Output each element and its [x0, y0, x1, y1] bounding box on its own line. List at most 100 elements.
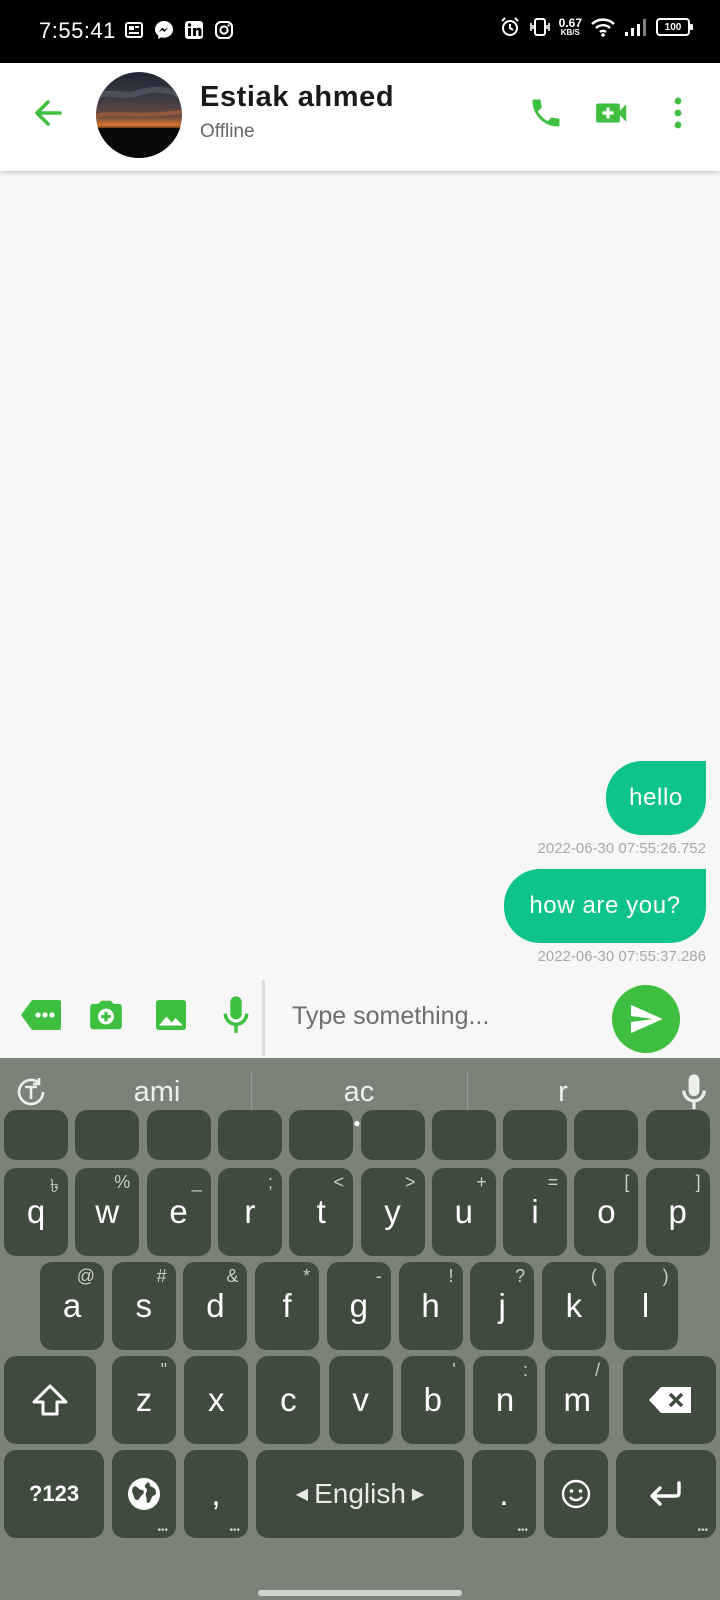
suggestion-1[interactable]: ami: [62, 1076, 252, 1109]
key-hint: ): [662, 1266, 669, 1286]
key-x[interactable]: x: [184, 1356, 249, 1444]
wifi-icon: [591, 18, 615, 37]
battery-indicator: 100: [656, 18, 693, 36]
shift-key[interactable]: [4, 1356, 96, 1444]
key-j[interactable]: j?: [470, 1262, 535, 1350]
key-n[interactable]: n:: [473, 1356, 537, 1444]
emoji-icon: [561, 1479, 591, 1509]
key-h[interactable]: h!: [398, 1262, 463, 1350]
key-k[interactable]: k(: [541, 1262, 606, 1350]
backspace-key[interactable]: [623, 1356, 716, 1444]
back-button[interactable]: [28, 93, 68, 133]
key-9[interactable]: [574, 1110, 639, 1160]
avatar[interactable]: [96, 72, 182, 158]
shift-icon: [32, 1384, 68, 1416]
key-label: f: [282, 1287, 292, 1324]
key-8[interactable]: [503, 1110, 568, 1160]
key-6[interactable]: [360, 1110, 425, 1160]
key-1[interactable]: [4, 1110, 68, 1160]
key-label: d: [206, 1287, 225, 1324]
backspace-icon: [648, 1387, 691, 1413]
video-call-button[interactable]: [592, 93, 632, 133]
key-p[interactable]: p]: [645, 1168, 710, 1256]
key-more-dots: •••: [229, 1525, 240, 1536]
key-3[interactable]: [146, 1110, 211, 1160]
key-label: q: [26, 1193, 46, 1230]
key-t[interactable]: t <: [289, 1168, 354, 1256]
suggestion-separator: [251, 1072, 252, 1114]
key-m[interactable]: m /: [545, 1356, 610, 1444]
gallery-button[interactable]: [149, 993, 193, 1037]
key-z[interactable]: z ": [112, 1356, 176, 1444]
comma-key[interactable]: , •••: [184, 1450, 248, 1538]
camera-button[interactable]: [84, 993, 128, 1037]
key-y[interactable]: y >: [360, 1168, 425, 1256]
message-input[interactable]: [278, 986, 598, 1046]
translate-icon: [17, 1078, 45, 1106]
key-w[interactable]: w%: [75, 1168, 140, 1256]
contact-name: Estiak ahmed: [200, 81, 395, 113]
key-u[interactable]: u +: [431, 1168, 496, 1256]
key-hint: =: [547, 1172, 559, 1192]
signal-icon: [625, 19, 646, 36]
period-key[interactable]: . •••: [472, 1450, 536, 1538]
key-label: v: [352, 1381, 369, 1418]
key-g[interactable]: g-: [326, 1262, 391, 1350]
message-list[interactable]: hello 2022-06-30 07:55:26.752 how are yo…: [0, 171, 720, 976]
key-e[interactable]: e _: [146, 1168, 211, 1256]
instagram-icon: [215, 21, 233, 39]
microphone-icon: [682, 1074, 706, 1109]
status-bar: 7:55:41 0.67 KB/S 100: [0, 0, 720, 63]
more-options-button[interactable]: [658, 93, 698, 133]
key-label: e: [169, 1193, 188, 1230]
key-a[interactable]: a @: [40, 1262, 104, 1350]
key-l[interactable]: l): [613, 1262, 678, 1350]
key-hint: ?: [515, 1266, 526, 1286]
key-hint: _: [191, 1172, 202, 1192]
message-bubble-outgoing[interactable]: hello: [606, 761, 706, 835]
key-i[interactable]: i =: [503, 1168, 568, 1256]
key-hint: ;: [267, 1172, 273, 1192]
keyboard-language-label: English: [314, 1478, 406, 1509]
key-hint: !: [448, 1266, 454, 1286]
home-indicator[interactable]: [258, 1590, 462, 1596]
keyboard-tools-button[interactable]: [13, 1074, 49, 1110]
comma-label: ,: [211, 1475, 221, 1512]
key-label: x: [207, 1381, 225, 1418]
voice-call-button[interactable]: [526, 93, 566, 133]
key-5[interactable]: [289, 1110, 354, 1160]
symbols-key[interactable]: ?123: [4, 1450, 104, 1538]
message-bubble-outgoing[interactable]: how are you?: [504, 869, 706, 943]
key-b[interactable]: b ': [400, 1356, 465, 1444]
key-s[interactable]: s #: [111, 1262, 176, 1350]
key-hint: ৳: [50, 1176, 59, 1196]
send-button[interactable]: [612, 985, 680, 1053]
key-v[interactable]: v: [328, 1356, 393, 1444]
space-key[interactable]: ◀ English ▶: [256, 1450, 464, 1538]
voice-input-button[interactable]: [676, 1074, 712, 1110]
suggestion-2[interactable]: ac: [264, 1076, 454, 1109]
key-4[interactable]: [217, 1110, 282, 1160]
more-tools-button[interactable]: [19, 993, 63, 1037]
suggestion-3[interactable]: r: [468, 1076, 658, 1109]
key-label: b: [423, 1381, 442, 1418]
key-d[interactable]: d &: [183, 1262, 248, 1350]
voice-record-button[interactable]: [214, 993, 258, 1037]
key-7[interactable]: [431, 1110, 496, 1160]
enter-key[interactable]: •••: [616, 1450, 716, 1538]
input-divider: [262, 980, 265, 1056]
key-hint: /: [595, 1360, 601, 1380]
emoji-key[interactable]: [544, 1450, 608, 1538]
key-2[interactable]: [75, 1110, 140, 1160]
key-label: n: [495, 1381, 515, 1418]
key-q[interactable]: q ৳: [4, 1168, 68, 1256]
key-r[interactable]: r;: [217, 1168, 282, 1256]
key-label: g: [349, 1287, 368, 1324]
key-o[interactable]: o[: [574, 1168, 639, 1256]
key-0[interactable]: [645, 1110, 710, 1160]
key-hint: &: [226, 1266, 239, 1286]
send-icon: [631, 1004, 663, 1034]
key-c[interactable]: c: [256, 1356, 321, 1444]
globe-key[interactable]: •••: [112, 1450, 176, 1538]
key-f[interactable]: f *: [255, 1262, 320, 1350]
